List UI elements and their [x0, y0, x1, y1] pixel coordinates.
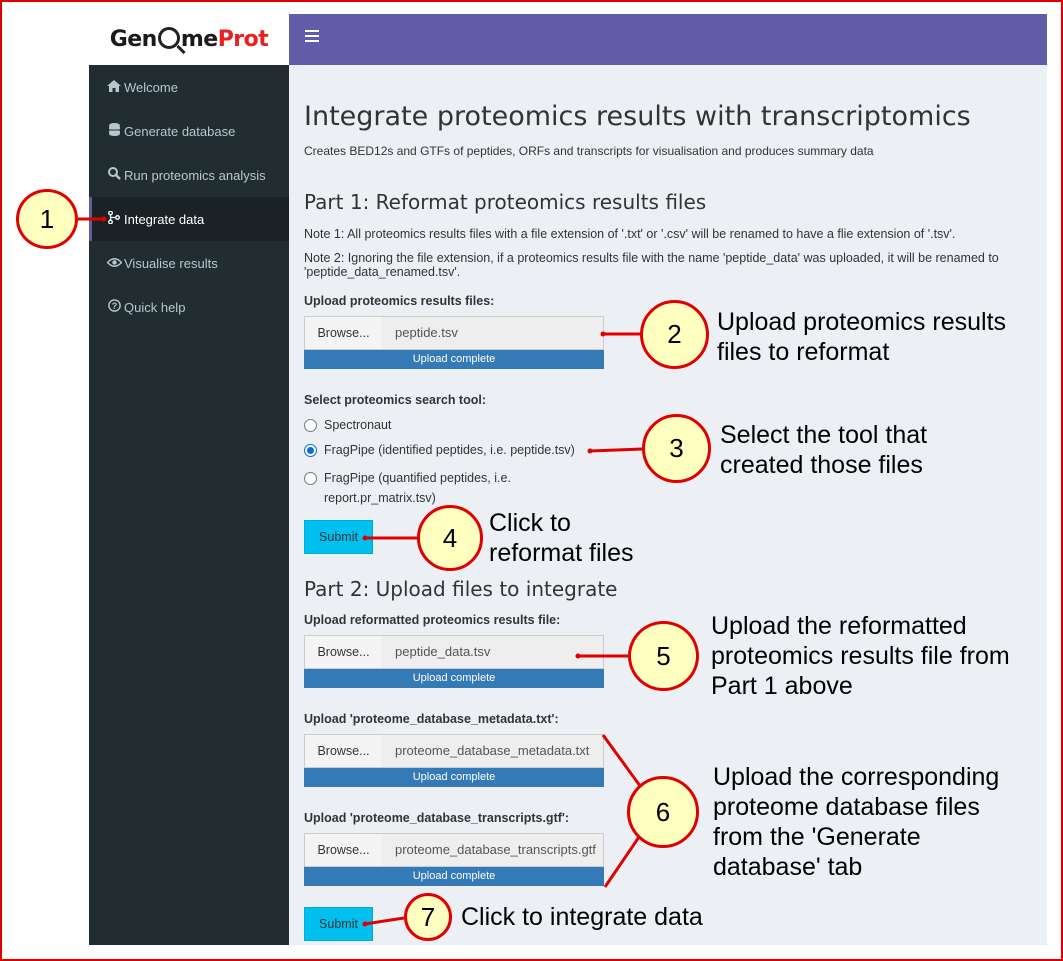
annotation-text-2: Upload proteomics results files to refor… [717, 308, 1007, 366]
annotation-text-5: Upload the reformatted proteomics result… [711, 612, 1010, 700]
annotation-text-3: Select the tool that created those files [720, 421, 928, 479]
callout-1: 1 [16, 189, 78, 249]
annotation-text-4: Click to reformat files [489, 509, 634, 567]
callout-6: 6 [627, 776, 699, 848]
callout-2: 2 [640, 300, 709, 369]
callout-3: 3 [642, 414, 711, 483]
callout-5: 5 [628, 621, 699, 691]
callout-4: 4 [417, 505, 483, 571]
callout-7: 7 [404, 893, 452, 941]
annotation-text-6: Upload the corresponding proteome databa… [713, 763, 1000, 881]
annotation-text-7: Click to integrate data [461, 903, 703, 931]
